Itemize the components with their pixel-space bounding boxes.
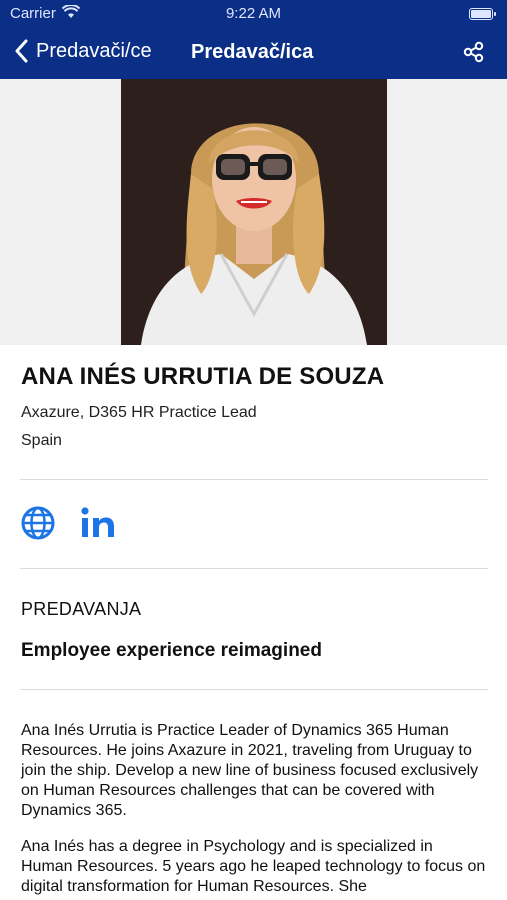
bio-paragraph: Ana Inés has a degree in Psychology and … <box>21 838 486 895</box>
divider <box>20 479 488 480</box>
speaker-country: Spain <box>21 432 62 449</box>
bio-paragraph: Ana Inés Urrutia is Practice Leader of D… <box>21 722 479 819</box>
linkedin-icon[interactable] <box>80 505 120 541</box>
talk-item[interactable]: Employee experience reimagined <box>21 640 322 662</box>
speaker-role: Axazure, D365 HR Practice Lead <box>21 404 257 421</box>
navigation-bar: Predavači/ce Predavač/ica <box>0 26 507 79</box>
speaker-photo <box>121 79 387 345</box>
divider <box>20 568 488 569</box>
social-links <box>20 505 120 545</box>
speaker-portrait-illustration <box>121 79 387 345</box>
speaker-photo-area <box>0 79 507 345</box>
back-label: Predavači/ce <box>36 39 152 62</box>
share-icon[interactable] <box>463 41 485 63</box>
globe-icon[interactable] <box>20 505 56 541</box>
status-bar: Carrier 9:22 AM <box>0 0 507 26</box>
battery-icon <box>469 8 496 20</box>
status-time: 9:22 AM <box>225 5 282 22</box>
back-button[interactable]: Predavači/ce <box>14 39 152 63</box>
divider <box>20 689 488 690</box>
page-title: Predavač/ica <box>191 41 314 63</box>
talks-heading: PREDAVANJA <box>21 599 142 619</box>
app-header: Carrier 9:22 AM Predavači/ce Predavač/ic… <box>0 0 507 79</box>
speaker-name: ANA INÉS URRUTIA DE SOUZA <box>21 363 385 390</box>
chevron-left-icon <box>15 39 28 63</box>
